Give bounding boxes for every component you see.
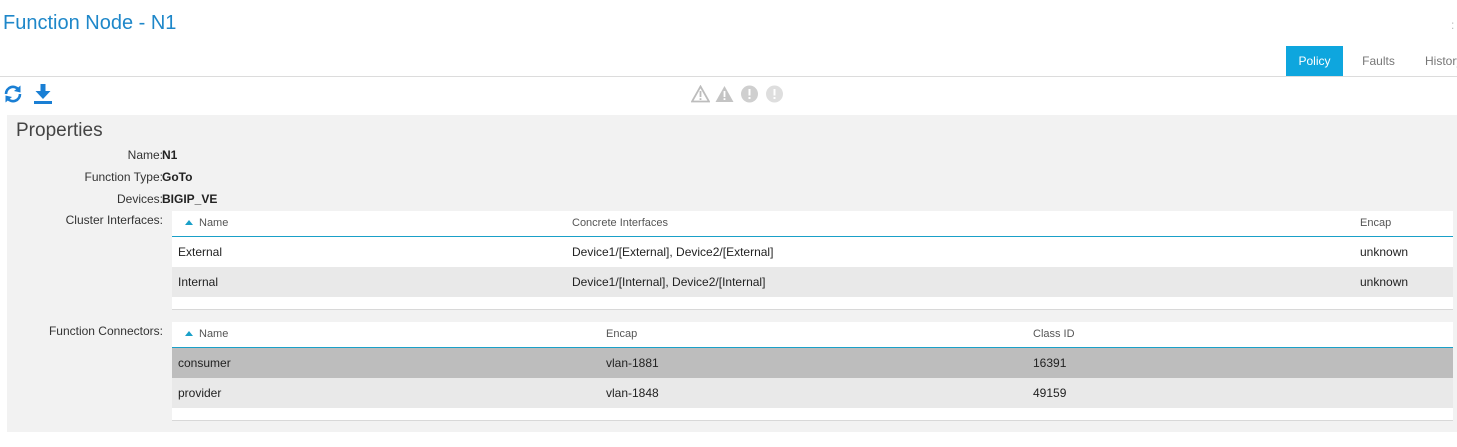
- cell-encap: unknown: [1360, 245, 1409, 259]
- page-title: Function Node - N1: [3, 12, 177, 34]
- function-connectors-table: Name Encap Class ID consumer vlan-1881 1…: [172, 322, 1453, 421]
- cell-encap: vlan-1881: [606, 356, 659, 370]
- table-footer: [172, 408, 1453, 421]
- properties-heading: Properties: [16, 120, 103, 141]
- critical-warning-icon[interactable]: [691, 85, 710, 103]
- table-row[interactable]: provider vlan-1848 49159: [172, 378, 1453, 408]
- cell-encap: vlan-1848: [606, 386, 659, 400]
- column-header-encap[interactable]: Encap: [1360, 211, 1391, 236]
- name-label: Name:: [127, 148, 163, 162]
- table-header: Name Concrete Interfaces Encap: [172, 211, 1453, 237]
- tab-bar: Policy Faults History: [1286, 46, 1457, 76]
- sort-ascending-icon: [185, 220, 193, 225]
- refresh-icon[interactable]: [2, 83, 24, 105]
- tab-faults[interactable]: Faults: [1343, 46, 1414, 76]
- cell-class-id: 49159: [1033, 386, 1067, 400]
- major-warning-icon[interactable]: [715, 85, 734, 103]
- devices-label: Devices:: [116, 192, 163, 206]
- info-alert-icon[interactable]: [765, 85, 784, 103]
- cluster-interfaces-table: Name Concrete Interfaces Encap External …: [172, 211, 1453, 310]
- more-indicator: :: [1451, 18, 1455, 32]
- cell-concrete-interfaces: Device1/[Internal], Device2/[Internal]: [572, 275, 766, 289]
- cell-name: Internal: [178, 275, 219, 289]
- properties-panel: Properties Name: N1 Function Type: GoTo …: [7, 115, 1457, 432]
- cell-class-id: 16391: [1033, 356, 1067, 370]
- sort-ascending-icon: [185, 331, 193, 336]
- cluster-interfaces-label: Cluster Interfaces:: [65, 213, 163, 227]
- table-row[interactable]: consumer vlan-1881 16391: [172, 348, 1453, 378]
- tab-history[interactable]: History: [1414, 46, 1457, 76]
- cell-concrete-interfaces: Device1/[External], Device2/[External]: [572, 245, 774, 259]
- column-header-concrete-interfaces[interactable]: Concrete Interfaces: [572, 211, 668, 236]
- header-divider: [0, 76, 1457, 77]
- table-footer: [172, 297, 1453, 310]
- table-row[interactable]: External Device1/[External], Device2/[Ex…: [172, 237, 1453, 267]
- column-header-name[interactable]: Name: [185, 322, 228, 347]
- download-icon[interactable]: [32, 83, 54, 105]
- table-header: Name Encap Class ID: [172, 322, 1453, 348]
- function-type-label: Function Type:: [84, 170, 164, 184]
- name-value: N1: [162, 148, 178, 162]
- column-header-name[interactable]: Name: [185, 211, 228, 236]
- devices-value: BIGIP_VE: [162, 192, 218, 206]
- cell-name: consumer: [178, 356, 231, 370]
- cell-name: External: [178, 245, 223, 259]
- column-header-encap[interactable]: Encap: [606, 322, 637, 347]
- table-row[interactable]: Internal Device1/[Internal], Device2/[In…: [172, 267, 1453, 297]
- minor-alert-icon[interactable]: [740, 85, 759, 103]
- column-header-class-id[interactable]: Class ID: [1033, 322, 1075, 347]
- function-type-value: GoTo: [162, 170, 193, 184]
- cell-encap: unknown: [1360, 275, 1409, 289]
- function-connectors-label: Function Connectors:: [48, 324, 163, 338]
- cell-name: provider: [178, 386, 222, 400]
- tab-policy[interactable]: Policy: [1286, 46, 1343, 76]
